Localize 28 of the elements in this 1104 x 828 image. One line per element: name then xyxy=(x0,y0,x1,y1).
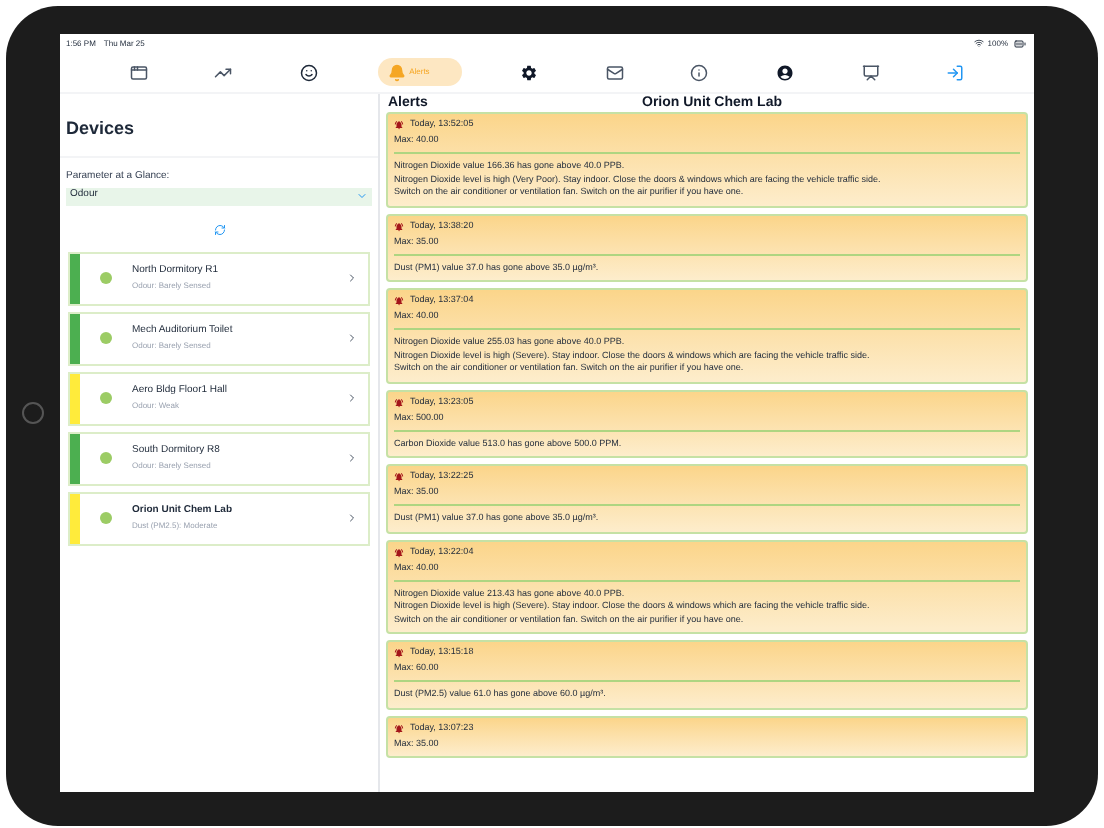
face-icon xyxy=(299,63,318,81)
chevron-icon xyxy=(346,512,358,524)
chevron-icon xyxy=(356,190,368,202)
alarm-icon xyxy=(394,296,404,306)
alarm-icon xyxy=(394,648,404,658)
chevron-icon xyxy=(346,452,358,464)
info-icon xyxy=(690,63,709,81)
logout-icon xyxy=(946,63,965,81)
wifi-icon xyxy=(973,38,984,48)
chevron-icon xyxy=(346,332,358,344)
settings-icon xyxy=(520,63,539,81)
alarm-icon xyxy=(394,547,404,557)
battery-icon xyxy=(1012,37,1028,49)
alarm-icon xyxy=(394,397,404,407)
chart-icon xyxy=(214,63,233,81)
chevron-icon xyxy=(346,272,358,284)
alarm-icon xyxy=(394,120,404,130)
mail-icon xyxy=(605,63,624,81)
refresh-icon[interactable] xyxy=(213,223,225,235)
account-icon xyxy=(775,63,794,81)
alarm-icon xyxy=(394,723,404,733)
alarm-icon xyxy=(394,221,404,231)
bell-icon xyxy=(387,63,406,81)
chevron-icon xyxy=(346,392,358,404)
panel-title: Devices xyxy=(66,118,135,138)
dashboard-icon xyxy=(129,63,148,81)
display-icon xyxy=(861,63,880,81)
alarm-icon xyxy=(394,472,404,482)
